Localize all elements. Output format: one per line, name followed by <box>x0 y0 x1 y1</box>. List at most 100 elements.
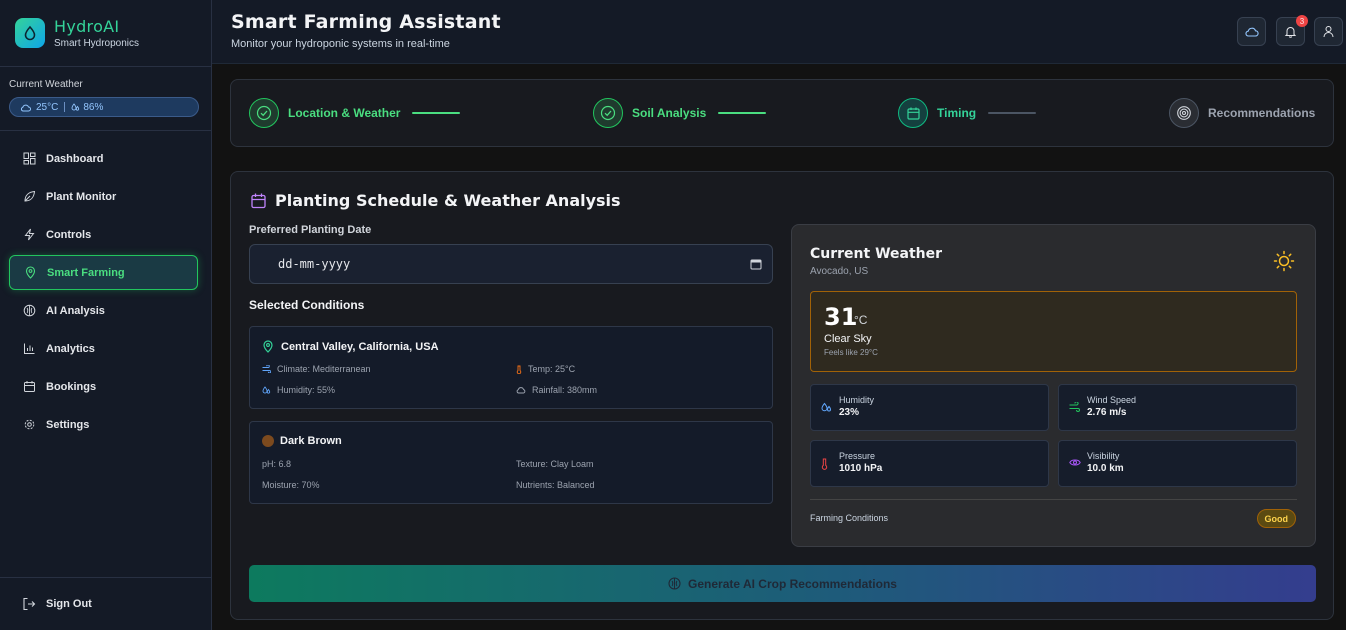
sidebar-nav: Dashboard Plant Monitor Controls Smart F… <box>0 141 211 445</box>
ph-row: pH: 6.8 <box>262 459 291 469</box>
sidebar-item-dashboard[interactable]: Dashboard <box>9 141 198 176</box>
sidebar-item-label: AI Analysis <box>46 304 105 317</box>
wind-value: 2.76 m/s <box>1087 407 1127 418</box>
step-timing[interactable]: Timing <box>898 98 1037 128</box>
rainfall-text: Rainfall: 380mm <box>532 385 598 395</box>
calendar-icon <box>22 380 36 394</box>
wind-label: Wind Speed <box>1087 395 1137 405</box>
selected-conditions-title: Selected Conditions <box>249 298 365 312</box>
header: Smart Farming Assistant Monitor your hyd… <box>212 0 1346 64</box>
droplets-icon <box>821 402 832 413</box>
generate-label: Generate AI Crop Recommendations <box>688 576 897 591</box>
step-connector <box>718 112 767 114</box>
log-out-icon <box>22 597 36 611</box>
visibility-value: 10.0 km <box>1087 463 1124 474</box>
wind-icon <box>262 365 271 373</box>
brand-subtitle: Smart Hydroponics <box>54 37 140 49</box>
moisture-row: Moisture: 70% <box>262 480 320 490</box>
texture-text: Texture: Clay Loam <box>516 459 594 469</box>
check-circle-icon <box>249 98 279 128</box>
cloud-icon <box>516 386 526 394</box>
generate-recommendations-button[interactable]: Generate AI Crop Recommendations <box>249 565 1316 602</box>
temperature-box: 31 °C Clear Sky Feels like 29°C <box>810 291 1297 372</box>
leaf-icon <box>22 190 36 204</box>
step-connector <box>412 112 461 114</box>
sidebar-item-ai-analysis[interactable]: AI Analysis <box>9 293 198 328</box>
step-soil-analysis[interactable]: Soil Analysis <box>593 98 767 128</box>
weather-condition: Clear Sky <box>824 333 872 345</box>
brand: HydroAI Smart Hydroponics <box>0 0 211 67</box>
pressure-value: 1010 hPa <box>839 463 883 474</box>
card-title-text: Planting Schedule & Weather Analysis <box>275 191 621 210</box>
temp-row: Temp: 25°C <box>516 364 575 374</box>
grid-icon <box>22 152 36 166</box>
sidebar-item-label: Smart Farming <box>47 266 125 279</box>
user-icon <box>1322 25 1335 38</box>
bar-chart-icon <box>22 342 36 356</box>
sidebar-item-label: Dashboard <box>46 152 104 165</box>
climate-row: Climate: Mediterranean <box>262 364 371 374</box>
feels-like: Feels like 29°C <box>824 348 878 357</box>
soil-header: Dark Brown <box>262 435 342 447</box>
step-location-weather[interactable]: Location & Weather <box>249 98 461 128</box>
sun-icon <box>1273 250 1295 277</box>
map-pin-icon <box>23 266 37 280</box>
humidity-label: Humidity <box>839 395 875 405</box>
rainfall-row: Rainfall: 380mm <box>516 385 597 395</box>
check-circle-icon <box>593 98 623 128</box>
calendar-picker-icon[interactable] <box>750 258 762 273</box>
sidebar-item-label: Controls <box>46 228 92 241</box>
droplets-icon <box>71 102 80 112</box>
thermometer-icon <box>516 365 522 374</box>
sidebar-weather-temp: 25°C <box>36 101 59 113</box>
weather-title: Current Weather <box>810 246 943 262</box>
planting-schedule-card: Planting Schedule & Weather Analysis Pre… <box>230 171 1334 620</box>
map-pin-icon <box>262 340 274 353</box>
sidebar-item-controls[interactable]: Controls <box>9 217 198 252</box>
ph-text: pH: 6.8 <box>262 459 292 469</box>
target-icon <box>1169 98 1199 128</box>
temp-text: Temp: 25°C <box>528 364 576 374</box>
location-name: Central Valley, California, USA <box>281 340 439 353</box>
location-condition-card: Central Valley, California, USA Climate:… <box>249 326 773 409</box>
sidebar-item-settings[interactable]: Settings <box>9 407 198 442</box>
card-title: Planting Schedule & Weather Analysis <box>250 191 621 210</box>
step-label: Soil Analysis <box>632 106 707 120</box>
page-title: Smart Farming Assistant <box>231 11 501 33</box>
sidebar-item-plant-monitor[interactable]: Plant Monitor <box>9 179 198 214</box>
brand-name: HydroAI <box>54 16 120 36</box>
droplet-logo-icon <box>15 18 45 48</box>
thermometer-icon <box>821 458 828 470</box>
sign-out-button[interactable]: Sign Out <box>0 577 211 630</box>
cloud-icon <box>1244 26 1259 37</box>
sidebar: HydroAI Smart Hydroponics Current Weathe… <box>0 0 212 630</box>
lightning-icon <box>22 228 36 242</box>
humidity-text: Humidity: 55% <box>277 385 336 395</box>
texture-row: Texture: Clay Loam <box>516 459 594 469</box>
sidebar-weather-title: Current Weather <box>9 79 83 90</box>
step-recommendations[interactable]: Recommendations <box>1169 98 1315 128</box>
location-header: Central Valley, California, USA <box>262 340 439 353</box>
profile-button[interactable] <box>1314 17 1343 46</box>
notifications-button[interactable]: 3 <box>1276 15 1308 46</box>
sidebar-item-bookings[interactable]: Bookings <box>9 369 198 404</box>
pressure-label: Pressure <box>839 451 876 461</box>
sidebar-item-label: Settings <box>46 418 90 431</box>
date-placeholder: dd-mm-yyyy <box>278 257 351 271</box>
weather-button[interactable] <box>1237 17 1266 46</box>
sidebar-item-label: Analytics <box>46 342 95 355</box>
pressure-metric: Pressure 1010 hPa <box>810 440 1049 487</box>
planting-date-input[interactable]: dd-mm-yyyy <box>249 244 773 284</box>
sidebar-item-analytics[interactable]: Analytics <box>9 331 198 366</box>
sidebar-item-smart-farming[interactable]: Smart Farming <box>9 255 198 290</box>
step-label: Timing <box>937 106 977 120</box>
notification-badge: 3 <box>1296 15 1308 27</box>
wind-icon <box>1069 402 1080 412</box>
current-weather-panel: Current Weather Avocado, US 31 °C Clear … <box>791 224 1316 547</box>
soil-name: Dark Brown <box>280 435 342 447</box>
nutrients-text: Nutrients: Balanced <box>516 480 595 490</box>
soil-condition-card: Dark Brown pH: 6.8 Texture: Clay Loam Mo… <box>249 421 773 504</box>
visibility-label: Visibility <box>1087 451 1120 461</box>
sign-out-label: Sign Out <box>46 598 92 610</box>
page-subtitle: Monitor your hydroponic systems in real-… <box>231 38 450 50</box>
